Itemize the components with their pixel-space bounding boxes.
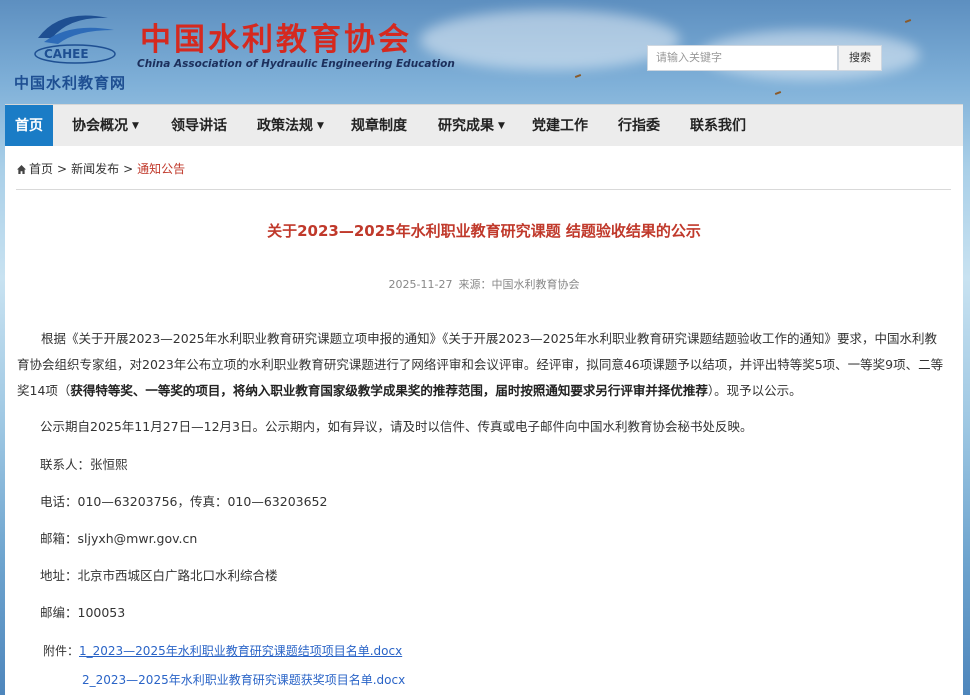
contact-phone: 电话：010—63203756，传真：010—63203652 [40,494,328,509]
caret-down-icon: ▼ [498,121,505,131]
caret-down-icon: ▼ [317,121,324,131]
contact-email: 邮箱：sljyxh@mwr.gov.cn [40,531,198,546]
cahee-logo-icon[interactable]: CAHEE [30,8,120,68]
article-source: 来源：中国水利教育协会 [458,278,580,291]
search-input[interactable]: 请输入关键字 [647,45,838,71]
org-name-en: China Association of Hydraulic Engineeri… [137,58,455,70]
article-container: 首页 > 新闻发布 > 通知公告 关于2023—2025年水利职业教育研究课题 结题验收… [5,146,963,695]
nav-item-party[interactable]: 党建工作 [532,105,588,147]
bird-decoration [904,19,912,23]
breadcrumb-news[interactable]: 新闻发布 [71,162,119,176]
nav-item-rules[interactable]: 规章制度 [351,105,407,147]
attachment-link[interactable]: 2_2023—2025年水利职业教育研究课题获奖项目名单.docx [82,671,405,688]
svg-text:CAHEE: CAHEE [44,47,89,61]
nav-item-committee[interactable]: 行指委 [618,105,660,147]
nav-item-contact[interactable]: 联系我们 [690,105,746,147]
divider [16,189,951,190]
search-button[interactable]: 搜索 [838,45,882,71]
nav-item-research[interactable]: 研究成果 ▼ [438,105,505,147]
nav-item-home[interactable]: 首页 [5,105,53,147]
site-header: CAHEE 中国水利教育网 中国水利教育协会 China Association… [0,0,970,103]
bird-decoration [574,74,582,78]
attachment-link[interactable]: 1_2023—2025年水利职业教育研究课题结项项目名单.docx [79,642,402,659]
article-paragraph-2: 公示期自2025年11月27日—12月3日。公示期内，如有异议，请及时以信件、传… [40,419,753,434]
article-title: 关于2023—2025年水利职业教育研究课题 结题验收结果的公示 [267,222,701,240]
main-nav: 首页 协会概况 ▼ 领导讲话 政策法规 ▼ 规章制度 研究成果 ▼ 党建工作 行指委 … [5,104,963,148]
article-meta: 2025-11-27 来源：中国水利教育协会 [5,276,963,292]
home-icon [17,165,26,174]
nav-item-speeches[interactable]: 领导讲话 [171,105,227,147]
nav-item-about[interactable]: 协会概况 ▼ [72,105,139,147]
article-paragraph-1: 根据《关于开展2023—2025年水利职业教育研究课题立项申报的通知》《关于开展… [17,331,944,398]
attachments-label: 附件： [43,644,80,658]
breadcrumb: 首页 > 新闻发布 > 通知公告 [17,160,185,177]
caret-down-icon: ▼ [132,121,139,131]
nav-item-policies[interactable]: 政策法规 ▼ [257,105,324,147]
contact-postcode: 邮编：100053 [40,605,126,620]
breadcrumb-current[interactable]: 通知公告 [137,162,185,176]
breadcrumb-home[interactable]: 首页 [29,162,53,176]
site-name: 中国水利教育网 [14,74,127,92]
org-name-cn: 中国水利教育协会 [140,22,412,58]
contact-person: 联系人：张恒熙 [40,457,128,472]
article-date: 2025-11-27 [388,278,453,291]
contact-address: 地址：北京市西城区白广路北口水利综合楼 [40,568,278,583]
bird-decoration [774,91,782,95]
